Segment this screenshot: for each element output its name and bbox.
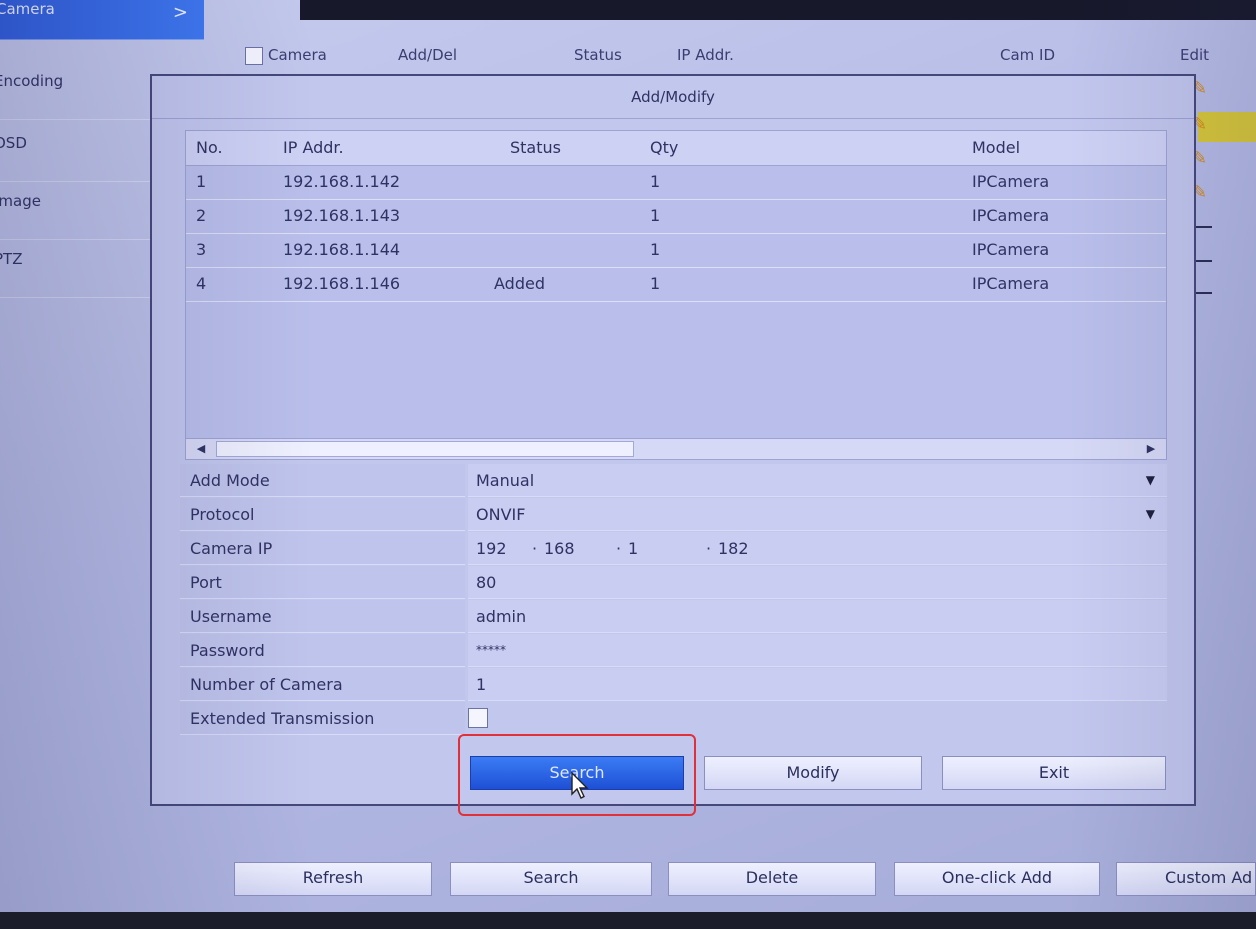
ip-octet-4[interactable]: 182 [718, 532, 749, 565]
row-no: 3 [196, 240, 207, 259]
port-input[interactable]: 80 [468, 566, 1167, 599]
exit-button[interactable]: Exit [942, 756, 1166, 790]
username-label: Username [180, 600, 465, 633]
sidebar-item-camera[interactable]: Camera > [0, 0, 204, 40]
ip-octet-2[interactable]: 168 [544, 532, 575, 565]
column-ip-addr: IP Addr. [283, 138, 344, 157]
search-devices-button[interactable]: Search [450, 862, 652, 896]
number-of-camera-label: Number of Camera [180, 668, 465, 701]
row-qty: 1 [650, 206, 661, 225]
row-status: Added [494, 274, 545, 293]
nvr-screen: Camera > Encoding OSD Image PTZ Camera A… [0, 0, 1256, 912]
ip-octet-1[interactable]: 192 [476, 532, 507, 565]
password-row: Password ***** [180, 634, 1167, 668]
column-ip-addr: IP Addr. [677, 46, 734, 64]
protocol-value: ONVIF [476, 505, 526, 524]
row-qty: 1 [650, 274, 661, 293]
one-click-add-button[interactable]: One-click Add [894, 862, 1100, 896]
column-add-del: Add/Del [398, 46, 458, 64]
row-model: IPCamera [972, 240, 1050, 259]
number-of-camera-row: Number of Camera 1 [180, 668, 1167, 702]
device-search-grid: No. IP Addr. Status Qty Model 1 192.168.… [185, 130, 1167, 460]
horizontal-scrollbar[interactable]: ◀ ▶ [186, 438, 1166, 459]
table-row[interactable]: 2 192.168.1.143 1 IPCamera [186, 199, 1166, 234]
mouse-cursor-icon [571, 772, 589, 799]
column-edit: Edit [1180, 46, 1210, 64]
add-mode-select[interactable]: Manual ▼ [468, 464, 1167, 497]
row-ip: 192.168.1.142 [283, 172, 401, 191]
extended-transmission-row: Extended Transmission [180, 702, 1167, 736]
column-model: Model [972, 138, 1021, 157]
row-qty: 1 [650, 172, 661, 191]
number-of-camera-input[interactable]: 1 [468, 668, 1167, 701]
chevron-right-icon: > [172, 2, 188, 23]
column-status: Status [574, 46, 622, 64]
column-camera: Camera [268, 46, 327, 64]
password-input[interactable]: ***** [468, 634, 1167, 667]
column-cam-id: Cam ID [1000, 46, 1056, 64]
ip-dot: · [706, 539, 712, 558]
row-ip: 192.168.1.144 [283, 240, 401, 259]
select-all-checkbox[interactable] [245, 47, 263, 65]
dropdown-arrow-icon: ▼ [1145, 507, 1155, 521]
extended-transmission-label: Extended Transmission [180, 702, 465, 735]
row-ip: 192.168.1.146 [283, 274, 401, 293]
protocol-select[interactable]: ONVIF ▼ [468, 498, 1167, 531]
edit-column: ✎ ✎ ✎ ✎ [1190, 78, 1256, 308]
column-status: Status [510, 138, 561, 157]
scrollbar-thumb[interactable] [216, 441, 634, 457]
grid-header: No. IP Addr. Status Qty Model [186, 131, 1166, 166]
row-no: 1 [196, 172, 207, 191]
ip-octet-3[interactable]: 1 [628, 532, 638, 565]
username-input[interactable]: admin [468, 600, 1167, 633]
protocol-label: Protocol [180, 498, 465, 531]
row-no: 2 [196, 206, 207, 225]
custom-add-button[interactable]: Custom Ad [1116, 862, 1256, 896]
port-row: Port 80 [180, 566, 1167, 600]
table-row[interactable]: 1 192.168.1.142 1 IPCamera [186, 165, 1166, 200]
add-mode-label: Add Mode [180, 464, 465, 497]
row-qty: 1 [650, 240, 661, 259]
table-row[interactable]: 4 192.168.1.146 Added 1 IPCamera [186, 267, 1166, 302]
port-label: Port [180, 566, 465, 599]
username-row: Username admin [180, 600, 1167, 634]
column-no: No. [196, 138, 223, 157]
delete-button[interactable]: Delete [668, 862, 876, 896]
top-bar [300, 0, 1256, 20]
sidebar-item-label: Image [0, 192, 41, 210]
camera-settings-form: Add Mode Manual ▼ Protocol ONVIF ▼ Camer… [180, 464, 1167, 744]
camera-ip-label: Camera IP [180, 532, 465, 565]
row-model: IPCamera [972, 274, 1050, 293]
ip-dot: · [616, 539, 622, 558]
password-label: Password [180, 634, 465, 667]
extended-transmission-checkbox[interactable] [468, 708, 488, 728]
add-mode-row: Add Mode Manual ▼ [180, 464, 1167, 498]
protocol-row: Protocol ONVIF ▼ [180, 498, 1167, 532]
dropdown-arrow-icon: ▼ [1145, 473, 1155, 487]
scroll-right-icon[interactable]: ▶ [1136, 439, 1166, 459]
table-row[interactable]: 3 192.168.1.144 1 IPCamera [186, 233, 1166, 268]
dialog-title: Add/Modify [152, 76, 1194, 119]
row-model: IPCamera [972, 206, 1050, 225]
add-modify-dialog: Add/Modify No. IP Addr. Status Qty Model… [150, 74, 1196, 806]
modify-button[interactable]: Modify [704, 756, 922, 790]
camera-ip-field[interactable]: 192 · 168 · 1 · 182 [468, 532, 1167, 565]
add-mode-value: Manual [476, 471, 535, 490]
scroll-left-icon[interactable]: ◀ [186, 439, 216, 459]
column-qty: Qty [650, 138, 679, 157]
row-no: 4 [196, 274, 207, 293]
camera-ip-row: Camera IP 192 · 168 · 1 · 182 [180, 532, 1167, 566]
refresh-button[interactable]: Refresh [234, 862, 432, 896]
sidebar-item-label: OSD [0, 134, 27, 152]
sidebar-item-label: PTZ [0, 250, 23, 268]
row-model: IPCamera [972, 172, 1050, 191]
sidebar-item-label: Encoding [0, 72, 64, 90]
camera-table-header: Camera Add/Del Status IP Addr. Cam ID Ed… [236, 40, 1256, 70]
sidebar-item-label: Camera [0, 0, 55, 18]
ip-dot: · [532, 539, 538, 558]
row-ip: 192.168.1.143 [283, 206, 401, 225]
